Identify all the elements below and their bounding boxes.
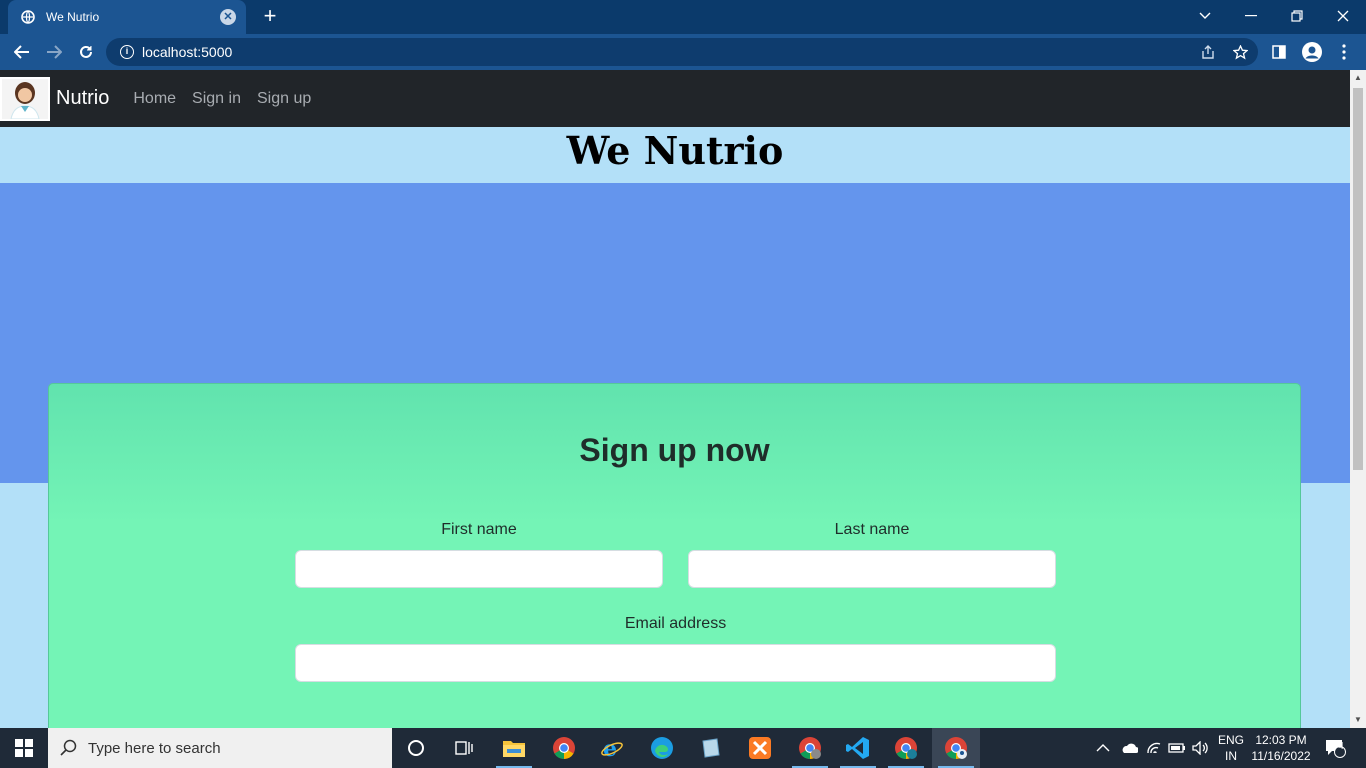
chrome-profile-1-icon[interactable] xyxy=(786,728,834,768)
action-center-icon[interactable]: 4 xyxy=(1324,728,1346,768)
nav-link-sign-up[interactable]: Sign up xyxy=(257,90,311,108)
last-name-input[interactable] xyxy=(688,550,1056,588)
minimize-button[interactable] xyxy=(1228,0,1274,32)
page-viewport: Nutrio Home Sign in Sign up We Nutrio Si… xyxy=(0,70,1366,728)
browser-tab[interactable]: We Nutrio ✕ xyxy=(8,0,246,34)
taskbar-clock[interactable]: 12:03 PM 11/16/2022 xyxy=(1248,732,1314,764)
signup-heading: Sign up now xyxy=(579,432,770,468)
restore-button[interactable] xyxy=(1274,0,1320,32)
new-tab-button[interactable]: + xyxy=(258,5,282,29)
share-icon[interactable] xyxy=(1194,38,1222,66)
tab-search-button[interactable] xyxy=(1182,0,1228,32)
notification-count: 4 xyxy=(1338,741,1344,752)
tab-close-icon[interactable]: ✕ xyxy=(220,9,236,25)
start-button[interactable] xyxy=(0,728,48,768)
arrow-right-icon xyxy=(47,45,62,59)
language-code: ENG xyxy=(1217,733,1244,747)
scroll-down-arrow-icon[interactable]: ▼ xyxy=(1350,712,1366,728)
address-bar[interactable]: i localhost:5000 xyxy=(106,38,1258,66)
windows-logo-icon xyxy=(15,739,33,757)
language-region: IN xyxy=(1225,749,1237,763)
clock-date: 11/16/2022 xyxy=(1251,749,1311,763)
clock-time: 12:03 PM xyxy=(1255,733,1307,747)
first-name-label: First name xyxy=(441,521,517,538)
brand-logo[interactable] xyxy=(0,76,50,121)
battery-icon[interactable] xyxy=(1168,728,1186,768)
url-text: localhost:5000 xyxy=(142,44,233,60)
chevron-down-icon xyxy=(1199,12,1211,19)
reload-button[interactable] xyxy=(72,38,100,66)
menu-kebab-icon[interactable] xyxy=(1330,38,1358,66)
task-view-icon[interactable] xyxy=(440,728,488,768)
bookmark-star-icon[interactable] xyxy=(1226,38,1254,66)
notes-app-icon[interactable] xyxy=(686,728,734,768)
side-panel-icon[interactable] xyxy=(1265,38,1293,66)
search-icon xyxy=(60,739,77,756)
onedrive-icon[interactable] xyxy=(1120,728,1138,768)
reload-icon xyxy=(80,45,92,58)
profile-avatar-icon[interactable] xyxy=(1298,38,1326,66)
email-label: Email address xyxy=(624,615,727,632)
cortana-icon[interactable] xyxy=(392,728,440,768)
first-name-input[interactable] xyxy=(295,550,663,588)
doctor-avatar-icon xyxy=(2,78,48,119)
site-navbar: Nutrio Home Sign in Sign up xyxy=(0,70,1350,127)
scroll-thumb[interactable] xyxy=(1353,88,1363,470)
close-window-button[interactable] xyxy=(1320,0,1366,32)
scroll-up-arrow-icon[interactable]: ▲ xyxy=(1350,70,1366,86)
info-icon[interactable]: i xyxy=(120,45,134,59)
page-scrollbar[interactable]: ▲ ▼ xyxy=(1350,70,1366,728)
vscode-icon[interactable] xyxy=(834,728,882,768)
windows-taskbar: Type here to search e ENG IN 12:03 PM 11… xyxy=(0,728,1366,768)
file-explorer-icon[interactable] xyxy=(490,728,538,768)
internet-explorer-icon[interactable]: e xyxy=(588,728,636,768)
edge-icon[interactable] xyxy=(638,728,686,768)
email-input[interactable] xyxy=(295,644,1056,682)
browser-tab-strip: We Nutrio ✕ + xyxy=(0,0,1366,34)
taskbar-search-box[interactable]: Type here to search xyxy=(48,728,392,768)
tray-show-hidden-icon[interactable] xyxy=(1096,728,1110,768)
nav-link-sign-in[interactable]: Sign in xyxy=(192,90,241,108)
browser-toolbar: i localhost:5000 xyxy=(0,34,1366,70)
chrome-icon[interactable] xyxy=(540,728,588,768)
volume-icon[interactable] xyxy=(1192,728,1210,768)
chrome-profile-3-icon[interactable] xyxy=(932,728,980,768)
forward-button[interactable] xyxy=(40,38,68,66)
globe-icon xyxy=(20,9,36,25)
last-name-label: Last name xyxy=(834,521,910,538)
brand-name[interactable]: Nutrio xyxy=(56,87,109,110)
nav-link-home[interactable]: Home xyxy=(133,90,176,108)
search-placeholder: Type here to search xyxy=(88,739,221,757)
arrow-left-icon xyxy=(14,45,29,59)
input-language[interactable]: ENG IN xyxy=(1216,732,1246,764)
signup-card: Sign up now First name Last name Email a… xyxy=(48,383,1301,728)
xampp-icon[interactable] xyxy=(736,728,784,768)
tab-title: We Nutrio xyxy=(46,10,100,24)
page-title: We Nutrio xyxy=(0,127,1350,183)
back-button[interactable] xyxy=(8,38,36,66)
wifi-icon[interactable] xyxy=(1146,728,1162,768)
chrome-profile-2-icon[interactable] xyxy=(882,728,930,768)
